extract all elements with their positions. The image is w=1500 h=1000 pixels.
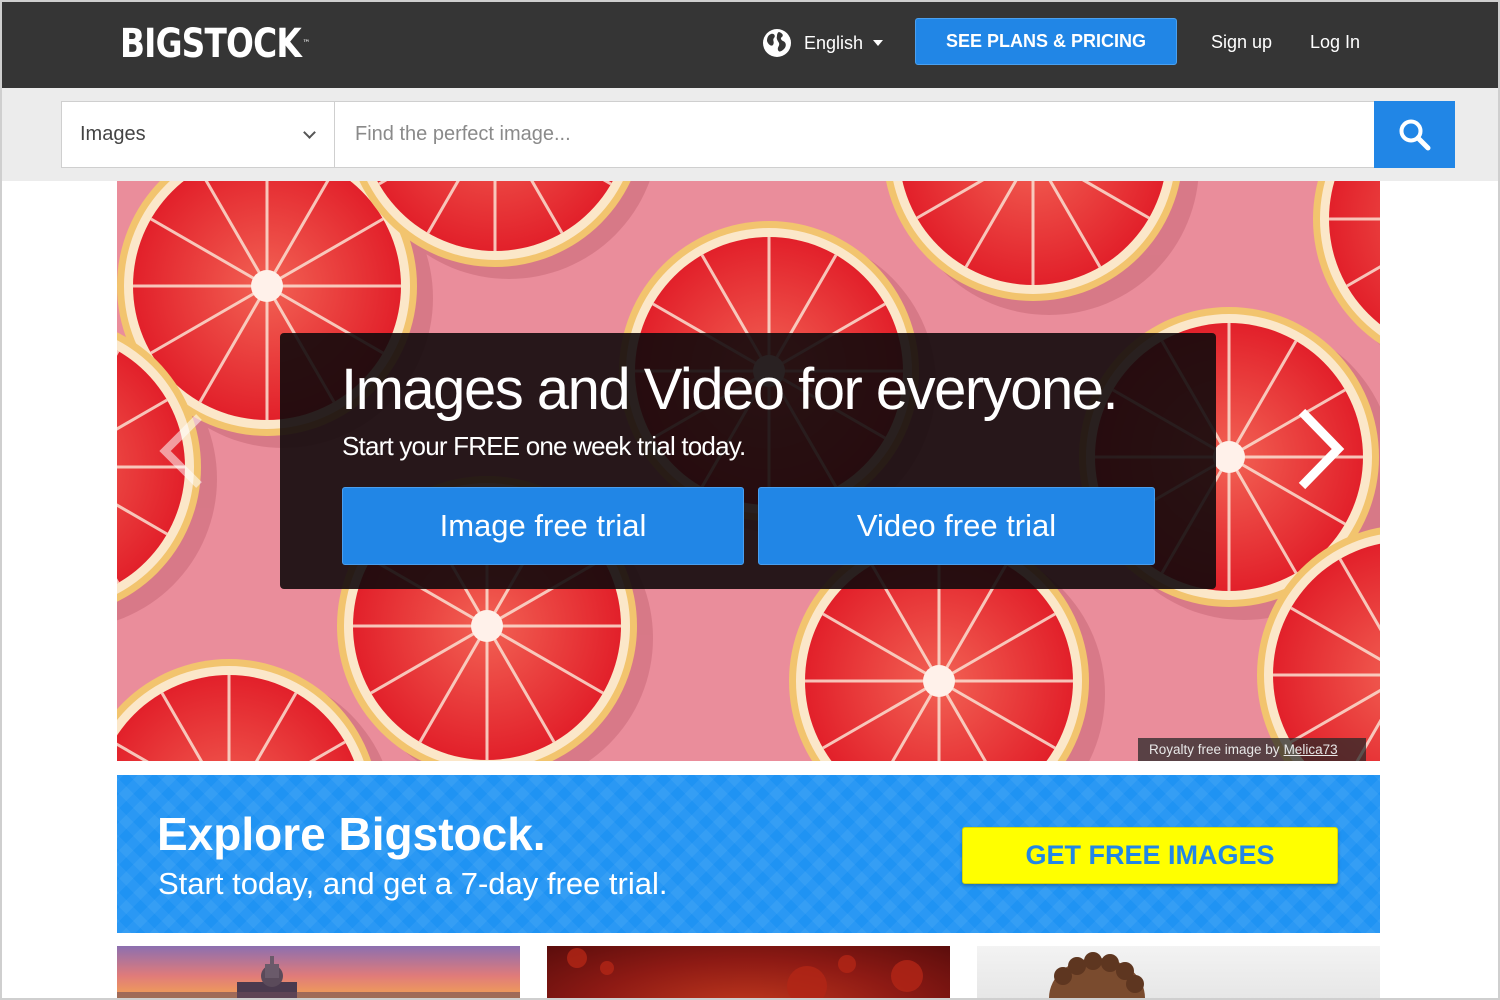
image-credit: Royalty free image by Melica73	[1138, 738, 1366, 761]
hero-subtitle: Start your FREE one week trial today.	[342, 431, 746, 461]
explore-subtitle: Start today, and get a 7-day free trial.	[158, 866, 668, 901]
language-selector[interactable]: English	[762, 26, 884, 60]
logo-trademark: ™	[302, 39, 310, 49]
credit-prefix: Royalty free image by	[1149, 742, 1280, 757]
chevron-left-icon	[159, 414, 202, 488]
chevron-down-icon	[303, 126, 316, 139]
sign-up-link[interactable]: Sign up	[1211, 30, 1272, 54]
logo-text: BIGSTOCK	[120, 21, 302, 67]
carousel-prev-arrow[interactable]	[155, 411, 207, 496]
media-type-dropdown[interactable]: Images	[61, 101, 335, 168]
search-bar: Images	[0, 88, 1500, 181]
city-skyline-image	[117, 956, 520, 1000]
globe-icon	[763, 29, 791, 57]
chevron-right-icon	[1298, 408, 1345, 490]
explore-banner: Explore Bigstock. Start today, and get a…	[117, 775, 1380, 933]
top-navigation-bar: BIGSTOCK ™ English SEE PLANS & PRICING Si…	[0, 0, 1500, 88]
search-icon	[1399, 119, 1430, 150]
video-free-trial-button[interactable]: Video free trial	[758, 487, 1155, 565]
portrait-image	[1049, 952, 1145, 1000]
bigstock-logo[interactable]: BIGSTOCK ™	[120, 20, 310, 68]
hero-overlay-panel: Images and Video for everyone. Start you…	[280, 333, 1216, 589]
thumbnail-city-sunset[interactable]	[117, 946, 520, 1000]
red-abstract-image	[567, 948, 923, 1000]
caret-down-icon	[873, 40, 884, 46]
language-label: English	[804, 32, 864, 53]
hero-carousel: Images and Video for everyone. Start you…	[117, 181, 1380, 761]
get-free-images-button[interactable]: GET FREE IMAGES	[962, 827, 1338, 884]
media-type-selected: Images	[80, 123, 146, 145]
image-free-trial-button[interactable]: Image free trial	[342, 487, 744, 565]
thumbnail-portrait[interactable]	[977, 946, 1380, 1000]
hero-title: Images and Video for everyone.	[341, 357, 1119, 422]
log-in-link[interactable]: Log In	[1310, 30, 1360, 54]
credit-author-link[interactable]: Melica73	[1284, 742, 1338, 757]
thumbnail-red-abstract[interactable]	[547, 946, 950, 1000]
explore-title: Explore Bigstock.	[157, 808, 546, 860]
see-plans-pricing-button[interactable]: SEE PLANS & PRICING	[915, 18, 1177, 65]
search-button[interactable]	[1374, 101, 1455, 168]
carousel-next-arrow[interactable]	[1292, 406, 1348, 497]
search-input[interactable]	[335, 101, 1375, 168]
